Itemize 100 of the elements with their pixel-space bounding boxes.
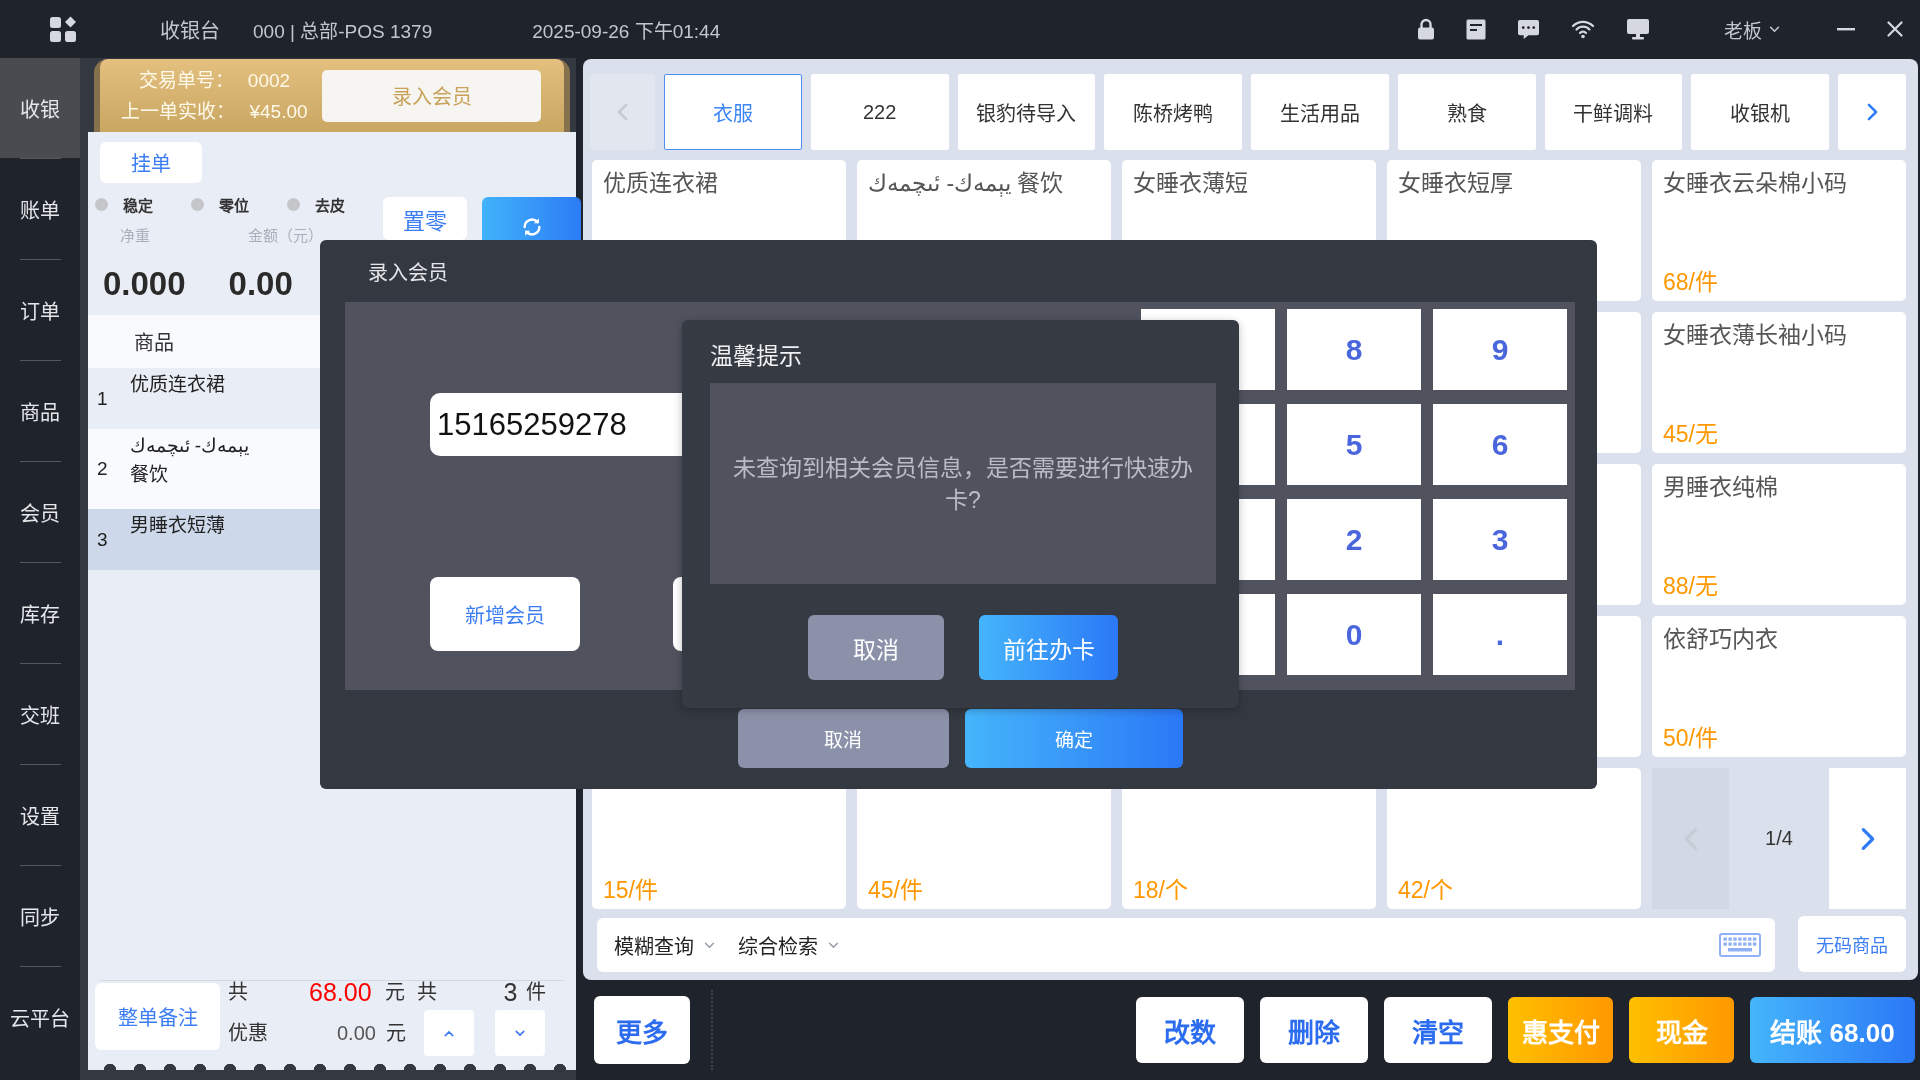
category-tab[interactable]: 收银机 xyxy=(1691,74,1829,150)
product-price: 18/个 xyxy=(1133,876,1188,904)
status-label: 稳定 xyxy=(123,195,153,215)
product-card[interactable]: 依舒巧内衣 50/件 xyxy=(1652,616,1906,757)
user-menu[interactable]: 老板 xyxy=(1724,14,1780,44)
action-button[interactable]: 删除 xyxy=(1260,997,1368,1063)
search-field[interactable]: 模糊查询 综合检索 xyxy=(597,918,1775,972)
keypad-key[interactable]: . xyxy=(1433,594,1567,675)
product-name: 男睡衣短薄 xyxy=(129,514,225,538)
sidebar-item[interactable]: 云平台 xyxy=(0,967,80,1067)
product-price: 42/个 xyxy=(1398,876,1453,904)
filter-dropdown[interactable]: 综合检索 xyxy=(738,930,839,960)
action-button[interactable]: 改数 xyxy=(1136,997,1244,1063)
sidebar-item[interactable]: 账单 xyxy=(0,159,80,259)
product-card[interactable]: 女睡衣薄长袖小码 45/无 xyxy=(1652,312,1906,453)
count-label: 共 xyxy=(416,981,437,1003)
status-label: 零位 xyxy=(219,195,249,215)
product-name: يېمەك- ئىچمەك 餐饮 xyxy=(868,169,1064,197)
keypad-key[interactable]: 9 xyxy=(1433,309,1567,390)
status-label: 去皮 xyxy=(315,195,345,215)
product-price: 50/件 xyxy=(1663,724,1718,752)
chat-icon[interactable] xyxy=(1517,18,1540,40)
product-name: 女睡衣薄长袖小码 xyxy=(1663,321,1847,349)
category-tab[interactable]: 222 xyxy=(810,74,949,150)
column-header: 商品 xyxy=(134,331,174,356)
close-icon[interactable] xyxy=(1887,21,1903,37)
keypad-key[interactable]: 3 xyxy=(1433,499,1567,580)
monitor-icon[interactable] xyxy=(1626,18,1650,40)
keypad-key[interactable]: 5 xyxy=(1287,404,1421,485)
chevron-down-icon xyxy=(704,941,715,949)
product-price: 45/件 xyxy=(868,876,923,904)
chevron-right-icon xyxy=(1860,825,1875,852)
total-amount: 68.00 xyxy=(309,981,372,1003)
sidebar-item[interactable]: 订单 xyxy=(0,260,80,360)
sidebar-item[interactable]: 收银 xyxy=(0,58,80,158)
product-name: 女睡衣云朵棉小码 xyxy=(1663,169,1847,197)
product-name: 女睡衣短厚 xyxy=(1398,169,1513,197)
alert-message: 未查询到相关会员信息，是否需要进行快速办卡? xyxy=(732,453,1194,515)
product-card[interactable]: 男睡衣纯棉 88/无 xyxy=(1652,464,1906,605)
product-name: 男睡衣纯棉 xyxy=(1663,473,1778,501)
cart-item[interactable]: 3 男睡衣短薄 xyxy=(88,509,320,570)
item-count: 3 xyxy=(503,981,518,1003)
row-number: 3 xyxy=(97,527,108,552)
minimize-icon[interactable] xyxy=(1837,27,1855,31)
date-time: 2025-09-26 下午01:44 xyxy=(532,19,721,43)
lock-icon[interactable] xyxy=(1417,18,1435,40)
document-icon[interactable] xyxy=(1466,18,1486,40)
sidebar-item[interactable]: 设置 xyxy=(0,765,80,865)
category-tab[interactable]: 陈桥烤鸭 xyxy=(1104,74,1242,150)
product-name: 依舒巧内衣 xyxy=(1663,625,1778,653)
sidebar-item[interactable]: 商品 xyxy=(0,361,80,461)
currency-unit: 元 xyxy=(385,1022,406,1044)
amount-label: 金额（元） xyxy=(248,225,323,245)
filter-dropdown[interactable]: 模糊查询 xyxy=(614,930,715,960)
wifi-icon[interactable] xyxy=(1571,19,1595,39)
total-label: 共 xyxy=(228,981,248,1003)
zero-button[interactable]: 置零 xyxy=(383,197,467,240)
chevron-down-icon xyxy=(828,941,839,949)
apps-grid-icon[interactable] xyxy=(50,15,76,43)
more-button[interactable]: 更多 xyxy=(594,996,690,1064)
app-title: 收银台 xyxy=(160,18,220,44)
keypad-key[interactable]: 2 xyxy=(1287,499,1421,580)
chevron-left-icon xyxy=(617,103,628,121)
add-member-button[interactable]: 新增会员 xyxy=(430,577,580,651)
product-name: 优质连衣裙 xyxy=(129,373,225,397)
category-tab[interactable]: 衣服 xyxy=(664,74,802,150)
count-unit: 件 xyxy=(526,981,547,1003)
category-tab[interactable]: 生活用品 xyxy=(1251,74,1389,150)
chevron-right-icon xyxy=(1866,103,1878,121)
sidebar-item[interactable]: 会员 xyxy=(0,462,80,562)
product-price: 88/无 xyxy=(1663,572,1718,600)
refresh-button[interactable] xyxy=(482,197,581,240)
product-card[interactable]: 女睡衣云朵棉小码 68/件 xyxy=(1652,160,1906,301)
keypad-key[interactable]: 6 xyxy=(1433,404,1567,485)
product-price: 68/件 xyxy=(1663,268,1718,296)
sidebar-item[interactable]: 交班 xyxy=(0,664,80,764)
order-note-button[interactable]: 整单备注 xyxy=(95,983,220,1050)
no-barcode-item-button[interactable]: 无码商品 xyxy=(1798,916,1906,972)
caret-down-icon xyxy=(514,1029,525,1037)
page-indicator: 1/4 xyxy=(1765,827,1793,850)
category-tab[interactable]: 熟食 xyxy=(1397,74,1536,150)
sidebar-item[interactable]: 同步 xyxy=(0,866,80,966)
amount-value: 0.00 xyxy=(228,265,293,303)
keypad-key[interactable]: 8 xyxy=(1287,309,1421,390)
product-price: 15/件 xyxy=(603,876,658,904)
category-tab[interactable]: 干鲜调料 xyxy=(1544,74,1683,150)
row-number: 1 xyxy=(97,386,108,411)
caret-up-icon xyxy=(443,1029,454,1037)
row-number: 2 xyxy=(97,457,108,481)
sidebar-item[interactable]: 库存 xyxy=(0,563,80,663)
category-tab[interactable]: 银豹待导入 xyxy=(957,74,1096,150)
terminal-label: 000 | 总部-POS 1379 xyxy=(253,19,433,43)
last-paid-amount: ¥45.00 xyxy=(249,99,308,124)
discount-label: 优惠 xyxy=(228,1022,268,1044)
trade-number-label: 交易单号： xyxy=(138,68,234,93)
keypad-key[interactable]: 0 xyxy=(1287,594,1421,675)
product-price: 45/无 xyxy=(1663,420,1718,448)
hold-order-button[interactable]: 挂单 xyxy=(100,142,202,183)
product-name: يېمەك- ئىچمەك 餐饮 xyxy=(129,434,251,487)
action-button[interactable]: 清空 xyxy=(1384,997,1492,1063)
